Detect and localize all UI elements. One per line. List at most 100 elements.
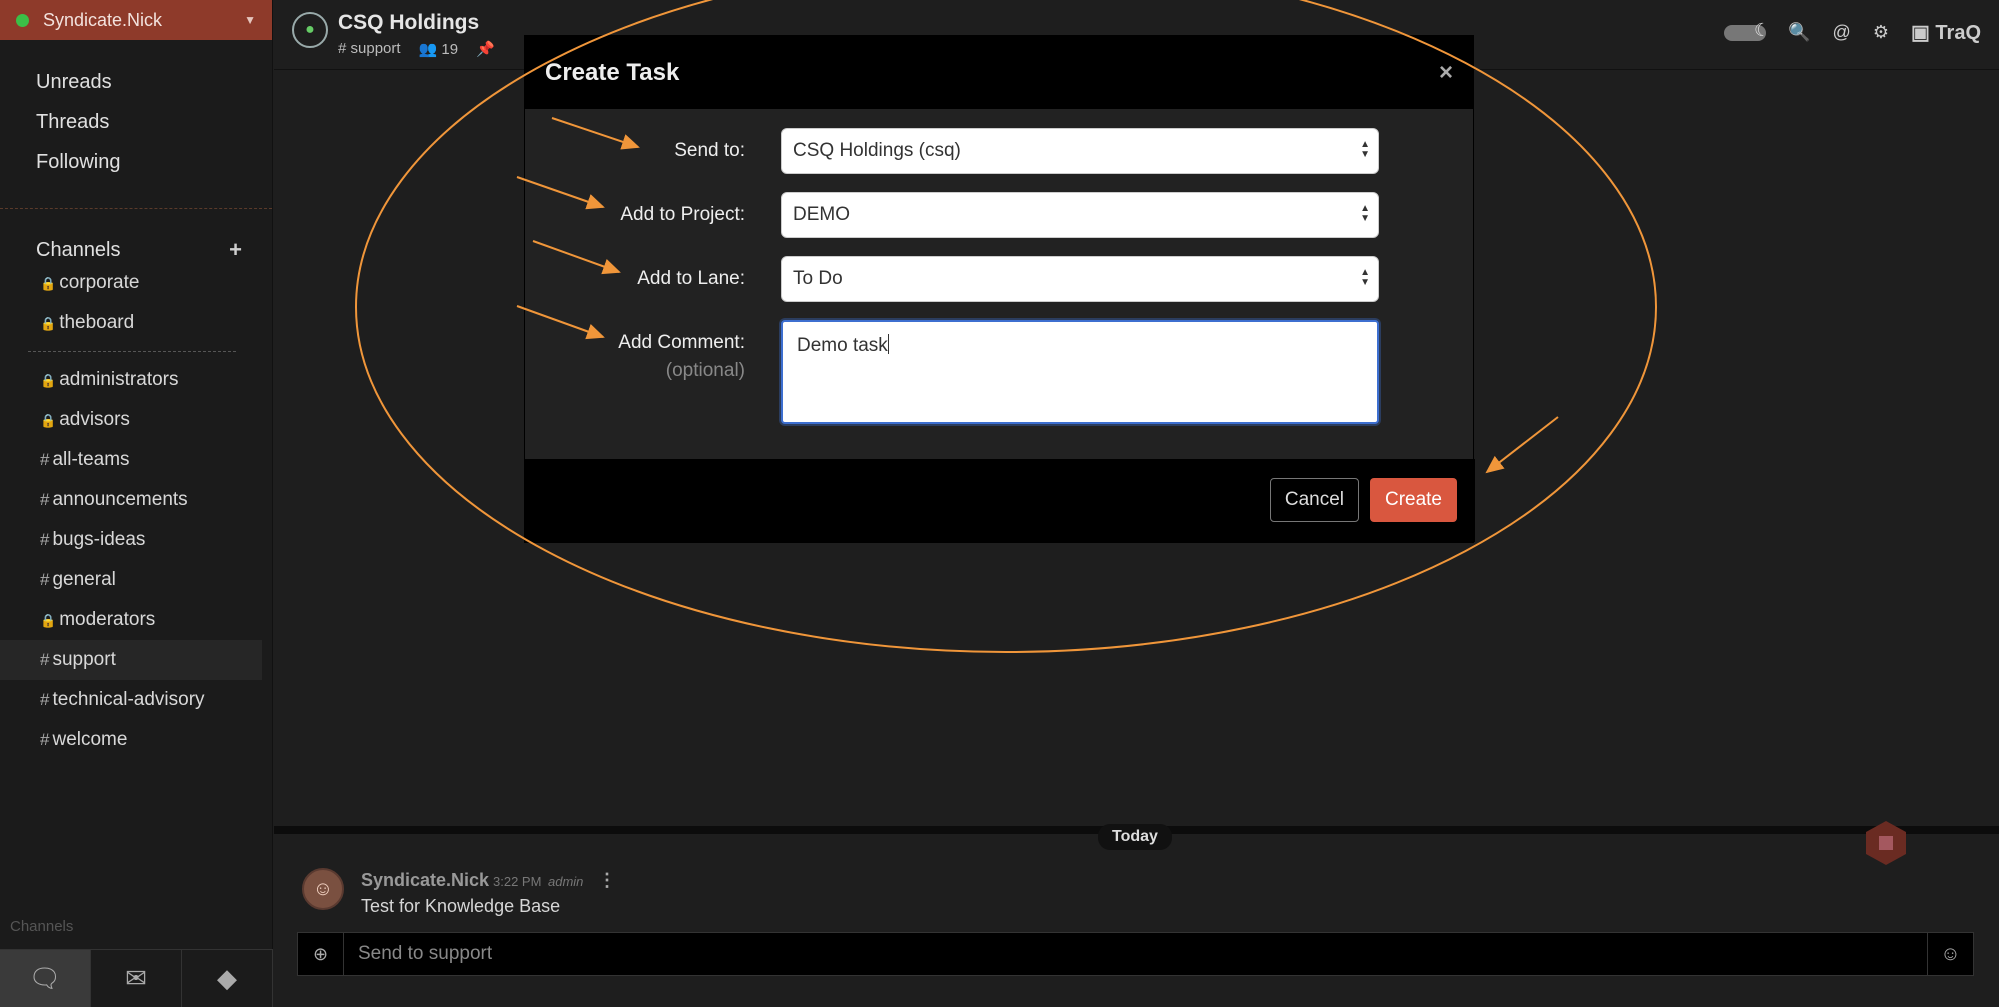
nav-threads[interactable]: Threads [0,102,272,142]
channel-technical-advisory[interactable]: # technical-advisory [0,680,272,720]
members-icon: 👥 [418,41,442,58]
chevron-down-icon[interactable]: ▼ [244,13,256,27]
day-label: Today [1098,824,1172,850]
add-channel-button[interactable]: + [229,237,242,263]
select-arrows-icon: ▲ ▼ [1360,139,1370,160]
channel-label: technical-advisory [52,689,205,710]
message-composer: ⊕ Send to support ☺ [297,932,1974,976]
comment-label: Add Comment: (optional) [618,332,745,382]
gear-icon[interactable]: ⚙ [1873,22,1889,43]
message-text: Test for Knowledge Base [361,896,561,916]
channel-label: corporate [59,272,140,293]
send-to-select[interactable]: CSQ Holdings (csq) ▲ ▼ [781,128,1379,174]
message-author[interactable]: Syndicate.Nick [361,870,489,891]
traq-app-button[interactable]: ▣ TraQ [1911,20,1981,45]
mention-icon[interactable]: @ [1833,22,1851,43]
send-to-value: CSQ Holdings (csq) [793,140,961,161]
hash-icon: # [40,690,50,709]
envelope-icon[interactable]: ✉ [91,950,182,1007]
lock-icon: 🔒 [40,276,57,291]
comment-textarea[interactable]: Demo task [781,320,1379,424]
channel-welcome[interactable]: # welcome [0,720,272,760]
hash-icon: # [40,490,50,509]
avatar[interactable]: ☺ [302,868,344,910]
create-button[interactable]: Create [1369,478,1457,522]
modal-title: Create Task [545,58,680,86]
nav-unreads[interactable]: Unreads [0,62,272,102]
hash-icon: # [40,730,50,749]
message-time: 3:22 PM [493,874,542,889]
header-actions: 🔍 @ ⚙ ▣ TraQ [1724,20,1981,45]
channels-header: Channels + [0,209,272,263]
chat-bubbles-icon[interactable]: 🗨 [0,950,91,1007]
project-select[interactable]: DEMO ▲ ▼ [781,192,1379,238]
team-name: Syndicate.Nick [43,9,163,30]
channel-label: welcome [52,729,128,750]
channel-label: advisors [59,409,130,430]
channel-label: support [52,649,116,670]
comment-label-text: Add Comment: [618,332,745,353]
channel-bugs-ideas[interactable]: # bugs-ideas [0,520,272,560]
channel-label: administrators [59,369,179,390]
hash-icon: # [338,40,351,57]
lock-icon: 🔒 [40,373,57,388]
channel-corporate[interactable]: 🔒 corporate [0,263,272,303]
lane-label: Add to Lane: [637,268,745,289]
members-value: 19 [441,41,459,58]
hash-icon: # [40,450,50,469]
channel-advisors[interactable]: 🔒 advisors [0,400,272,440]
channel-theboard[interactable]: 🔒 theboard [0,303,272,343]
channel-divider [28,351,236,352]
channels-title: Channels [36,238,121,261]
cancel-button[interactable]: Cancel [1269,478,1359,522]
team-logo-icon[interactable]: ● [292,12,328,48]
channel-label: announcements [52,489,188,510]
nav-following[interactable]: Following [0,142,272,182]
lane-select[interactable]: To Do ▲ ▼ [781,256,1379,302]
modal-header: Create Task × [525,36,1473,109]
channel-moderators[interactable]: 🔒 moderators [0,600,272,640]
lock-icon: 🔒 [40,413,57,428]
channel-announcements[interactable]: # announcements [0,480,272,520]
lock-icon: 🔒 [40,316,57,331]
hash-icon: # [40,570,50,589]
channel-label: all-teams [52,449,130,470]
private-channel-list: 🔒 corporate 🔒 theboard [0,263,272,343]
select-arrows-icon: ▲ ▼ [1360,267,1370,288]
traq-label: TraQ [1935,22,1981,44]
send-to-label: Send to: [674,140,745,161]
message-input[interactable]: Send to support [344,943,1927,965]
channel-list: 🔒 administrators 🔒 advisors # all-teams # an… [0,360,272,760]
search-icon[interactable]: 🔍 [1788,22,1810,43]
hash-icon: # [40,530,50,549]
channel-all-teams[interactable]: # all-teams [0,440,272,480]
modal-footer: Cancel Create [525,459,1475,542]
channel-name-meta[interactable]: # support [338,40,401,58]
plus-circle-icon[interactable]: ⊕ [298,933,344,975]
project-label: Add to Project: [620,204,745,225]
select-arrows-icon: ▲ ▼ [1360,203,1370,224]
channel-meta: # support 👥 19 📌 [338,40,495,58]
channel-support[interactable]: # support [0,640,262,680]
more-vertical-icon[interactable]: ⋮ [598,870,616,891]
sidebar: Syndicate.Nick ▼ Unreads Threads Followi… [0,0,273,1007]
robot-icon: ▣ [1910,22,1936,44]
pin-icon[interactable]: 📌 [476,40,495,58]
channel-label: theboard [59,312,135,333]
close-icon[interactable]: × [1439,59,1453,87]
channel-label: general [52,569,116,590]
team-switcher[interactable]: Syndicate.Nick ▼ [0,0,272,40]
channel-label: bugs-ideas [52,529,146,550]
channel-general[interactable]: # general [0,560,272,600]
comment-optional: (optional) [665,360,745,381]
diamond-icon[interactable]: ◆ [182,950,273,1007]
emoji-icon[interactable]: ☺ [1927,933,1973,975]
dark-mode-toggle[interactable] [1724,20,1770,41]
lock-icon: 🔒 [40,613,57,628]
sidebar-tabs: 🗨 ✉ ◆ [0,949,273,1007]
lane-value: To Do [793,268,843,289]
message-role: admin [548,874,584,889]
channel-administrators[interactable]: 🔒 administrators [0,360,272,400]
online-status-icon [16,13,29,27]
members-count[interactable]: 👥 19 [419,40,459,58]
